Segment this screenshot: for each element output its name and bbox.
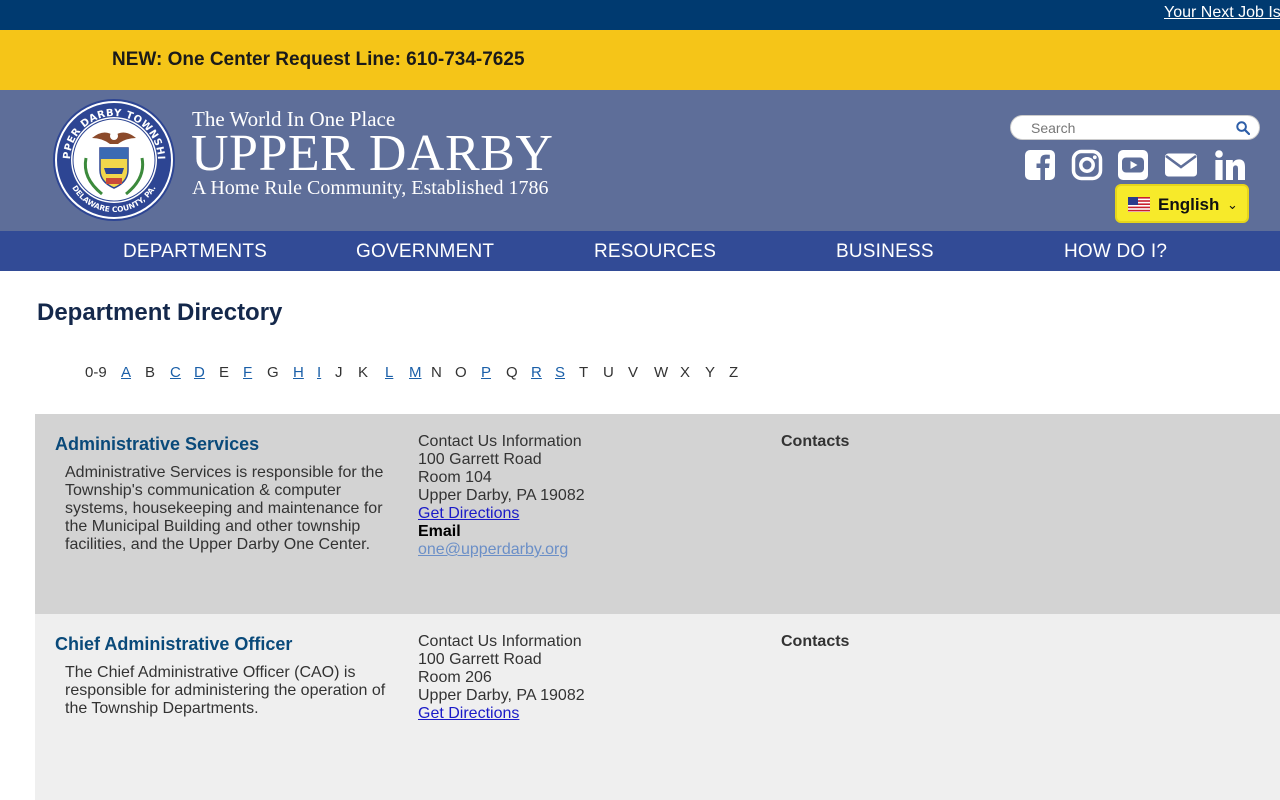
nav-resources[interactable]: RESOURCES bbox=[594, 241, 716, 263]
search-icon[interactable] bbox=[1236, 121, 1250, 135]
youtube-icon[interactable] bbox=[1117, 149, 1149, 181]
letter-w: W bbox=[654, 364, 669, 381]
letter-m[interactable]: M bbox=[409, 364, 422, 381]
address-line-2: Room 104 bbox=[418, 469, 492, 486]
page-title: Department Directory bbox=[37, 299, 283, 326]
nav-government[interactable]: GOVERNMENT bbox=[356, 241, 494, 263]
search-input[interactable] bbox=[1031, 119, 1231, 137]
letter-j: J bbox=[335, 364, 343, 381]
address-line-2: Room 206 bbox=[418, 669, 492, 686]
get-directions-link[interactable]: Get Directions bbox=[418, 505, 519, 522]
us-flag-icon bbox=[1128, 197, 1150, 212]
letter-a[interactable]: A bbox=[121, 364, 131, 381]
linkedin-icon[interactable] bbox=[1214, 149, 1246, 181]
contacts-heading: Contacts bbox=[781, 633, 850, 650]
address-line-1: 100 Garrett Road bbox=[418, 651, 542, 668]
letter-z: Z bbox=[729, 364, 739, 381]
department-row: Chief Administrative Officer The Chief A… bbox=[35, 614, 1280, 800]
letter-q: Q bbox=[506, 364, 518, 381]
letter-b: B bbox=[145, 364, 156, 381]
letter-0-9: 0-9 bbox=[85, 364, 107, 381]
get-directions-link[interactable]: Get Directions bbox=[418, 705, 519, 722]
site-header: UPPER DARBY TOWNSHIP DELAWARE COUNTY, PA… bbox=[0, 90, 1280, 231]
letter-d[interactable]: D bbox=[194, 364, 205, 381]
contact-info: Contact Us Information 100 Garrett Road … bbox=[418, 433, 585, 559]
department-row: Administrative Services Administrative S… bbox=[35, 414, 1280, 614]
letter-n: N bbox=[431, 364, 442, 381]
letter-u: U bbox=[603, 364, 614, 381]
brand-subtitle: A Home Rule Community, Established 1786 bbox=[192, 177, 549, 199]
top-bar: Your Next Job Is bbox=[0, 0, 1280, 30]
language-selector[interactable]: English ⌄ bbox=[1115, 184, 1249, 223]
letter-g: G bbox=[267, 364, 279, 381]
contacts-heading: Contacts bbox=[781, 433, 850, 450]
department-description: The Chief Administrative Officer (CAO) i… bbox=[65, 664, 386, 717]
nav-business[interactable]: BUSINESS bbox=[836, 241, 934, 263]
letter-t: T bbox=[579, 364, 589, 381]
contact-info: Contact Us Information 100 Garrett Road … bbox=[418, 633, 585, 723]
letter-l[interactable]: L bbox=[385, 364, 393, 381]
brand-name[interactable]: UPPER DARBY bbox=[191, 124, 553, 183]
jobs-link[interactable]: Your Next Job Is bbox=[1164, 4, 1280, 22]
letter-r[interactable]: R bbox=[531, 364, 542, 381]
department-name[interactable]: Chief Administrative Officer bbox=[55, 634, 292, 655]
email-link[interactable]: one@upperdarby.org bbox=[418, 541, 568, 558]
letter-y: Y bbox=[705, 364, 716, 381]
language-label: English bbox=[1158, 195, 1220, 214]
email-icon[interactable] bbox=[1164, 149, 1198, 181]
letter-e: E bbox=[219, 364, 230, 381]
contact-heading: Contact Us Information bbox=[418, 633, 582, 650]
township-seal-logo[interactable]: UPPER DARBY TOWNSHIP DELAWARE COUNTY, PA… bbox=[52, 98, 176, 222]
letter-s[interactable]: S bbox=[555, 364, 565, 381]
chevron-down-icon: ⌄ bbox=[1227, 197, 1238, 212]
letter-h[interactable]: H bbox=[293, 364, 304, 381]
main-nav: DEPARTMENTS GOVERNMENT RESOURCES BUSINES… bbox=[0, 231, 1280, 271]
alert-text: NEW: One Center Request Line: 610-734-76… bbox=[112, 49, 525, 70]
letter-f[interactable]: F bbox=[243, 364, 252, 381]
nav-how-do-i[interactable]: HOW DO I? bbox=[1064, 241, 1167, 263]
address-city: Upper Darby, PA 19082 bbox=[418, 687, 585, 704]
department-description: Administrative Services is responsible f… bbox=[65, 464, 384, 553]
letter-x: X bbox=[680, 364, 691, 381]
instagram-icon[interactable] bbox=[1071, 149, 1103, 181]
letter-v: V bbox=[628, 364, 639, 381]
address-city: Upper Darby, PA 19082 bbox=[418, 487, 585, 504]
letter-i[interactable]: I bbox=[317, 364, 321, 381]
nav-departments[interactable]: DEPARTMENTS bbox=[123, 241, 267, 263]
address-line-1: 100 Garrett Road bbox=[418, 451, 542, 468]
search-box bbox=[1010, 115, 1260, 140]
letter-o: O bbox=[455, 364, 467, 381]
alert-banner: NEW: One Center Request Line: 610-734-76… bbox=[0, 30, 1280, 90]
department-name[interactable]: Administrative Services bbox=[55, 434, 259, 455]
contact-heading: Contact Us Information bbox=[418, 433, 582, 450]
letter-p[interactable]: P bbox=[481, 364, 491, 381]
letter-k: K bbox=[358, 364, 369, 381]
email-label: Email bbox=[418, 523, 461, 540]
letter-c[interactable]: C bbox=[170, 364, 181, 381]
facebook-icon[interactable] bbox=[1024, 149, 1056, 181]
